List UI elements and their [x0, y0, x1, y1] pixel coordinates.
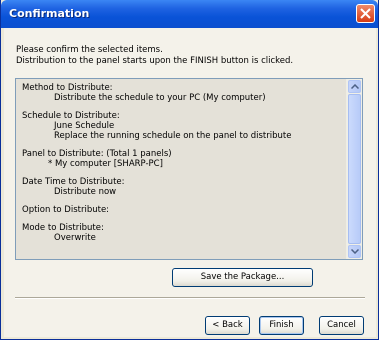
datetime-section: Date Time to Distribute: Distribute now: [22, 177, 342, 197]
intro-line-2: Distribution to the panel starts upon th…: [16, 56, 294, 66]
scroll-down-arrow-icon: [351, 249, 359, 254]
method-label: Method to Distribute:: [22, 83, 113, 93]
summary-listbox[interactable]: Method to Distribute: Distribute the sch…: [15, 78, 363, 260]
close-button[interactable]: [356, 4, 375, 23]
cancel-button[interactable]: Cancel: [319, 316, 364, 335]
scroll-up-arrow-icon: [351, 84, 359, 89]
method-section: Method to Distribute: Distribute the sch…: [22, 83, 342, 103]
datetime-label: Date Time to Distribute:: [22, 177, 125, 187]
intro-line-1: Please confirm the selected items.: [16, 45, 163, 55]
vertical-scrollbar[interactable]: [346, 79, 362, 259]
panel-section: Panel to Distribute: (Total 1 panels) * …: [22, 149, 342, 169]
back-button[interactable]: < Back: [205, 316, 250, 335]
scroll-thumb[interactable]: [348, 94, 361, 244]
intro-text: Please confirm the selected items. Distr…: [16, 45, 293, 67]
mode-section: Mode to Distribute: Overwrite: [22, 223, 342, 243]
schedule-section: Schedule to Distribute: June Schedule Re…: [22, 111, 342, 141]
method-value: Distribute the schedule to your PC (My c…: [54, 93, 266, 103]
scroll-down-button[interactable]: [348, 245, 361, 258]
window-title: Confirmation: [9, 7, 90, 20]
panel-label: Panel to Distribute: (Total 1 panels): [22, 149, 172, 159]
datetime-value: Distribute now: [54, 187, 117, 197]
option-label: Option to Distribute:: [22, 205, 110, 215]
confirmation-dialog: Confirmation Please confirm the selected…: [0, 0, 379, 340]
scroll-up-button[interactable]: [348, 80, 361, 93]
button-divider: [15, 297, 365, 299]
finish-button[interactable]: Finish: [259, 316, 304, 335]
summary-content: Method to Distribute: Distribute the sch…: [22, 83, 342, 251]
title-bar[interactable]: Confirmation: [1, 0, 378, 28]
mode-label: Mode to Distribute:: [22, 223, 104, 233]
schedule-label: Schedule to Distribute:: [22, 111, 120, 121]
panel-value: * My computer [SHARP-PC]: [48, 159, 163, 169]
close-icon: [360, 8, 371, 19]
schedule-value: June Schedule: [54, 121, 115, 131]
schedule-note: Replace the running schedule on the pane…: [54, 131, 292, 141]
mode-value: Overwrite: [54, 233, 96, 243]
option-section: Option to Distribute:: [22, 205, 342, 215]
save-package-button[interactable]: Save the Package...: [172, 268, 313, 287]
